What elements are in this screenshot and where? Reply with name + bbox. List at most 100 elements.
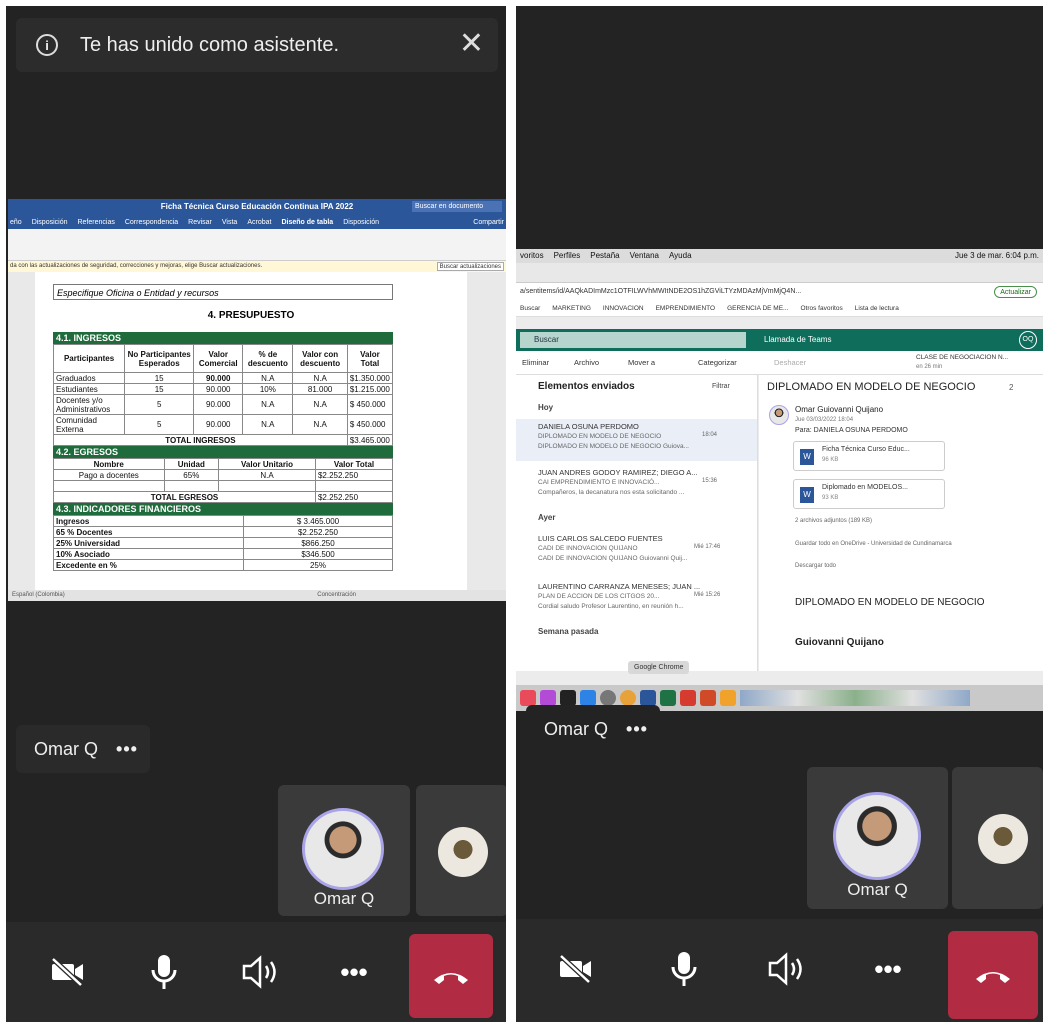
camera-off-icon[interactable] (38, 942, 98, 1002)
participant-tile-small[interactable] (952, 767, 1043, 909)
col-header: No Participantes Esperados (124, 344, 195, 373)
menu-item[interactable]: Pestaña (590, 249, 619, 263)
income-header: 4.1. INGRESOS (53, 332, 393, 344)
tv-app-icon[interactable] (560, 690, 576, 706)
bookmark[interactable]: Otros favoritos (800, 301, 842, 316)
acrobat-app-icon[interactable] (680, 690, 696, 706)
teams-call-button[interactable]: Llamada de Teams (764, 329, 831, 351)
tab[interactable]: Disposición (343, 219, 379, 226)
list-item[interactable]: JUAN ANDRES GODOY RAMIREZ; DIEGO A... CA… (516, 465, 757, 505)
categorize-button[interactable]: Categorizar (698, 351, 737, 375)
music-app-icon[interactable] (520, 690, 536, 706)
more-options-icon[interactable]: ••• (858, 939, 918, 999)
update-button[interactable]: Actualizar (994, 286, 1037, 298)
participant-tile-small[interactable] (416, 785, 506, 916)
call-controls: ••• (6, 922, 506, 1022)
more-icon[interactable]: ••• (116, 739, 138, 760)
word-file-icon: W (800, 487, 814, 503)
speaker-icon[interactable] (230, 942, 290, 1002)
excel-app-icon[interactable] (660, 690, 676, 706)
table-row: Ingresos $ 3.465.000 (53, 515, 393, 527)
call-window-right: voritos Perfiles Pestaña Ventana Ayuda J… (516, 6, 1043, 1022)
hang-up-button[interactable] (948, 931, 1038, 1019)
tab[interactable]: Referencias (77, 219, 114, 226)
tab[interactable]: Vista (222, 219, 237, 226)
col-header: Valor Comercial (193, 344, 244, 373)
presenter-label[interactable]: Omar Q ••• (526, 705, 660, 753)
bookmark[interactable]: Lista de lectura (855, 301, 899, 316)
word-app-icon[interactable] (640, 690, 656, 706)
check-updates-button[interactable]: Buscar actualizaciones (436, 262, 504, 271)
bookmarks-bar: Buscar MARKETING INNOVACION EMPRENDIMIEN… (516, 301, 1043, 317)
attachment-card[interactable]: W Diplomado en MODELOS... 93 KB (793, 479, 945, 509)
menu-item[interactable]: Ayuda (669, 249, 692, 263)
menu-item[interactable]: Perfiles (554, 249, 581, 263)
call-window-left: i Te has unido como asistente. ✕ Ficha T… (6, 6, 506, 1022)
list-item[interactable]: LUIS CARLOS SALCEDO FUENTES CADI DE INNO… (516, 531, 757, 571)
profile-icon[interactable]: OQ (1019, 331, 1037, 349)
tab[interactable]: eño (10, 219, 22, 226)
bookmark[interactable]: GERENCIA DE ME... (727, 301, 788, 316)
table-row: Docentes y/o Administrativos 5 90.000 N.A N.… (52, 394, 394, 415)
delete-button[interactable]: Eliminar (522, 351, 549, 375)
participant-tile[interactable]: Omar Q (807, 767, 948, 909)
microphone-icon[interactable] (134, 942, 194, 1002)
participant-tile[interactable]: Omar Q (278, 785, 410, 916)
download-all-link[interactable]: Descargar todo (795, 563, 836, 569)
chrome-app-icon[interactable] (620, 690, 636, 706)
presenter-label[interactable]: Omar Q ••• (16, 725, 150, 773)
share-button[interactable]: Compartir (473, 219, 504, 226)
tab[interactable]: Acrobat (247, 219, 271, 226)
app-store-icon[interactable] (580, 690, 596, 706)
bookmark[interactable]: Buscar (520, 301, 540, 316)
podcasts-app-icon[interactable] (540, 690, 556, 706)
menu-item[interactable]: voritos (520, 249, 544, 263)
tab[interactable]: Diseño de tabla (281, 219, 333, 226)
address-bar[interactable]: a/sentitems/id/AAQkADImMzc1OTFILWVhMWItN… (516, 283, 1043, 301)
shared-screen: voritos Perfiles Pestaña Ventana Ayuda J… (516, 249, 1043, 711)
menu-item[interactable]: Ventana (630, 249, 659, 263)
settings-app-icon[interactable] (600, 690, 616, 706)
more-options-icon[interactable]: ••• (324, 942, 384, 1002)
tab[interactable]: Revisar (188, 219, 212, 226)
move-button[interactable]: Mover a (628, 351, 655, 375)
bookmark[interactable]: MARKETING (552, 301, 591, 316)
undo-button[interactable]: Deshacer (774, 351, 806, 375)
group-header: Semana pasada (538, 627, 599, 636)
body-title: DIPLOMADO EN MODELO DE NEGOCIO (795, 597, 985, 608)
notes-app-icon[interactable] (720, 690, 736, 706)
more-icon[interactable]: ••• (626, 719, 648, 740)
attachment-card[interactable]: W Ficha Técnica Curso Educ... 96 KB (793, 441, 945, 471)
sender-avatar (769, 405, 789, 425)
bookmark[interactable]: EMPRENDIMIENTO (656, 301, 715, 316)
search-input[interactable]: Buscar (520, 332, 746, 348)
shared-screen: Ficha Técnica Curso Educación Continua I… (8, 199, 506, 601)
close-icon[interactable]: ✕ (459, 29, 484, 59)
budget-table: 4.1. INGRESOS Participantes No Participa… (52, 332, 394, 571)
tab[interactable]: Correspondencia (125, 219, 178, 226)
filter-button[interactable]: Filtrar (712, 383, 730, 390)
tab[interactable]: Disposición (32, 219, 68, 226)
save-onedrive-link[interactable]: Guardar todo en OneDrive - Universidad d… (795, 541, 952, 547)
powerpoint-app-icon[interactable] (700, 690, 716, 706)
status-focus[interactable]: Concentración (317, 590, 356, 601)
doc-title: Ficha Técnica Curso Educación Continua I… (160, 202, 354, 211)
attendee-banner: i Te has unido como asistente. ✕ (16, 18, 498, 72)
avatar (302, 808, 384, 890)
body-signature: Guiovanni Quijano (795, 637, 884, 648)
col-header: Participantes (52, 344, 126, 373)
list-item[interactable]: DANIELA OSUNA PERDOMO DIPLOMADO EN MODEL… (516, 419, 757, 461)
speaker-icon[interactable] (756, 939, 816, 999)
microphone-icon[interactable] (654, 939, 714, 999)
call-controls: ••• (516, 919, 1043, 1022)
list-item[interactable]: LAURENTINO CARRANZA MENESES; JUAN ... PL… (516, 579, 757, 619)
hang-up-button[interactable] (409, 934, 493, 1018)
bookmark[interactable]: INNOVACION (603, 301, 644, 316)
camera-off-icon[interactable] (546, 939, 606, 999)
dock-windows[interactable] (740, 690, 970, 706)
sent-date: Jue 03/03/2022 18:04 (795, 417, 854, 423)
doc-search[interactable]: Buscar en documento (412, 201, 502, 212)
table-row: TOTAL EGRESOS $2.252.250 (53, 491, 394, 503)
indicators-table: Ingresos $ 3.465.000 65 % Docentes $2.252.… (53, 515, 393, 571)
archive-button[interactable]: Archivo (574, 351, 599, 375)
